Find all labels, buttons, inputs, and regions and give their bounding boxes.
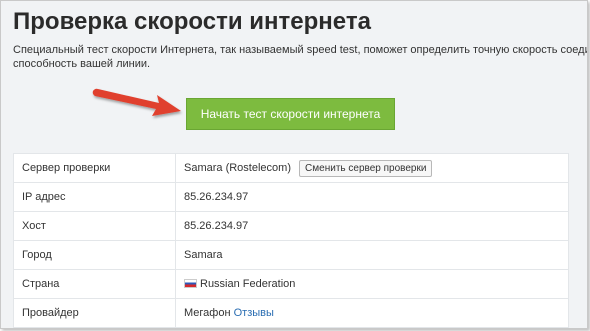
server-value-cell: Samara (Rostelecom) Сменить сервер прове… xyxy=(175,153,569,183)
change-server-button[interactable]: Сменить сервер проверки xyxy=(299,159,433,177)
country-value: Russian Federation xyxy=(200,278,296,290)
table-row: IP адрес 85.26.234.97 xyxy=(13,182,569,212)
country-label: Страна xyxy=(13,269,176,299)
table-row: Город Samara xyxy=(13,240,569,270)
ip-value: 85.26.234.97 xyxy=(175,182,569,212)
city-label: Город xyxy=(13,240,176,270)
country-value-cell: Russian Federation xyxy=(175,269,569,299)
start-speed-test-button[interactable]: Начать тест скорости интернета xyxy=(186,98,395,130)
description-line-1: Специальный тест скорости Интернета, так… xyxy=(13,44,588,56)
table-row: Страна Russian Federation xyxy=(13,269,569,299)
host-value: 85.26.234.97 xyxy=(175,211,569,241)
provider-value: Мегафон xyxy=(184,307,231,319)
screenshot-frame: Проверка скорости интернета Специальный … xyxy=(0,0,588,329)
connection-info-table: Сервер проверки Samara (Rostelecom) Смен… xyxy=(13,153,569,328)
host-label: Хост xyxy=(13,211,176,241)
reviews-link[interactable]: Отзывы xyxy=(234,307,274,319)
server-label: Сервер проверки xyxy=(13,153,176,183)
city-value: Samara xyxy=(175,240,569,270)
page-description: Специальный тест скорости Интернета, так… xyxy=(13,43,588,71)
russia-flag-icon xyxy=(184,279,197,288)
provider-label: Провайдер xyxy=(13,298,176,328)
red-pointer-arrow-icon xyxy=(92,88,181,116)
table-row: Сервер проверки Samara (Rostelecom) Смен… xyxy=(13,153,569,183)
provider-value-cell: Мегафон Отзывы xyxy=(175,298,569,328)
description-line-2: способность вашей линии. xyxy=(13,58,151,70)
table-row: Провайдер Мегафон Отзывы xyxy=(13,298,569,328)
page-title: Проверка скорости интернета xyxy=(13,8,371,35)
table-row: Хост 85.26.234.97 xyxy=(13,211,569,241)
server-value: Samara (Rostelecom) xyxy=(184,161,291,174)
ip-label: IP адрес xyxy=(13,182,176,212)
